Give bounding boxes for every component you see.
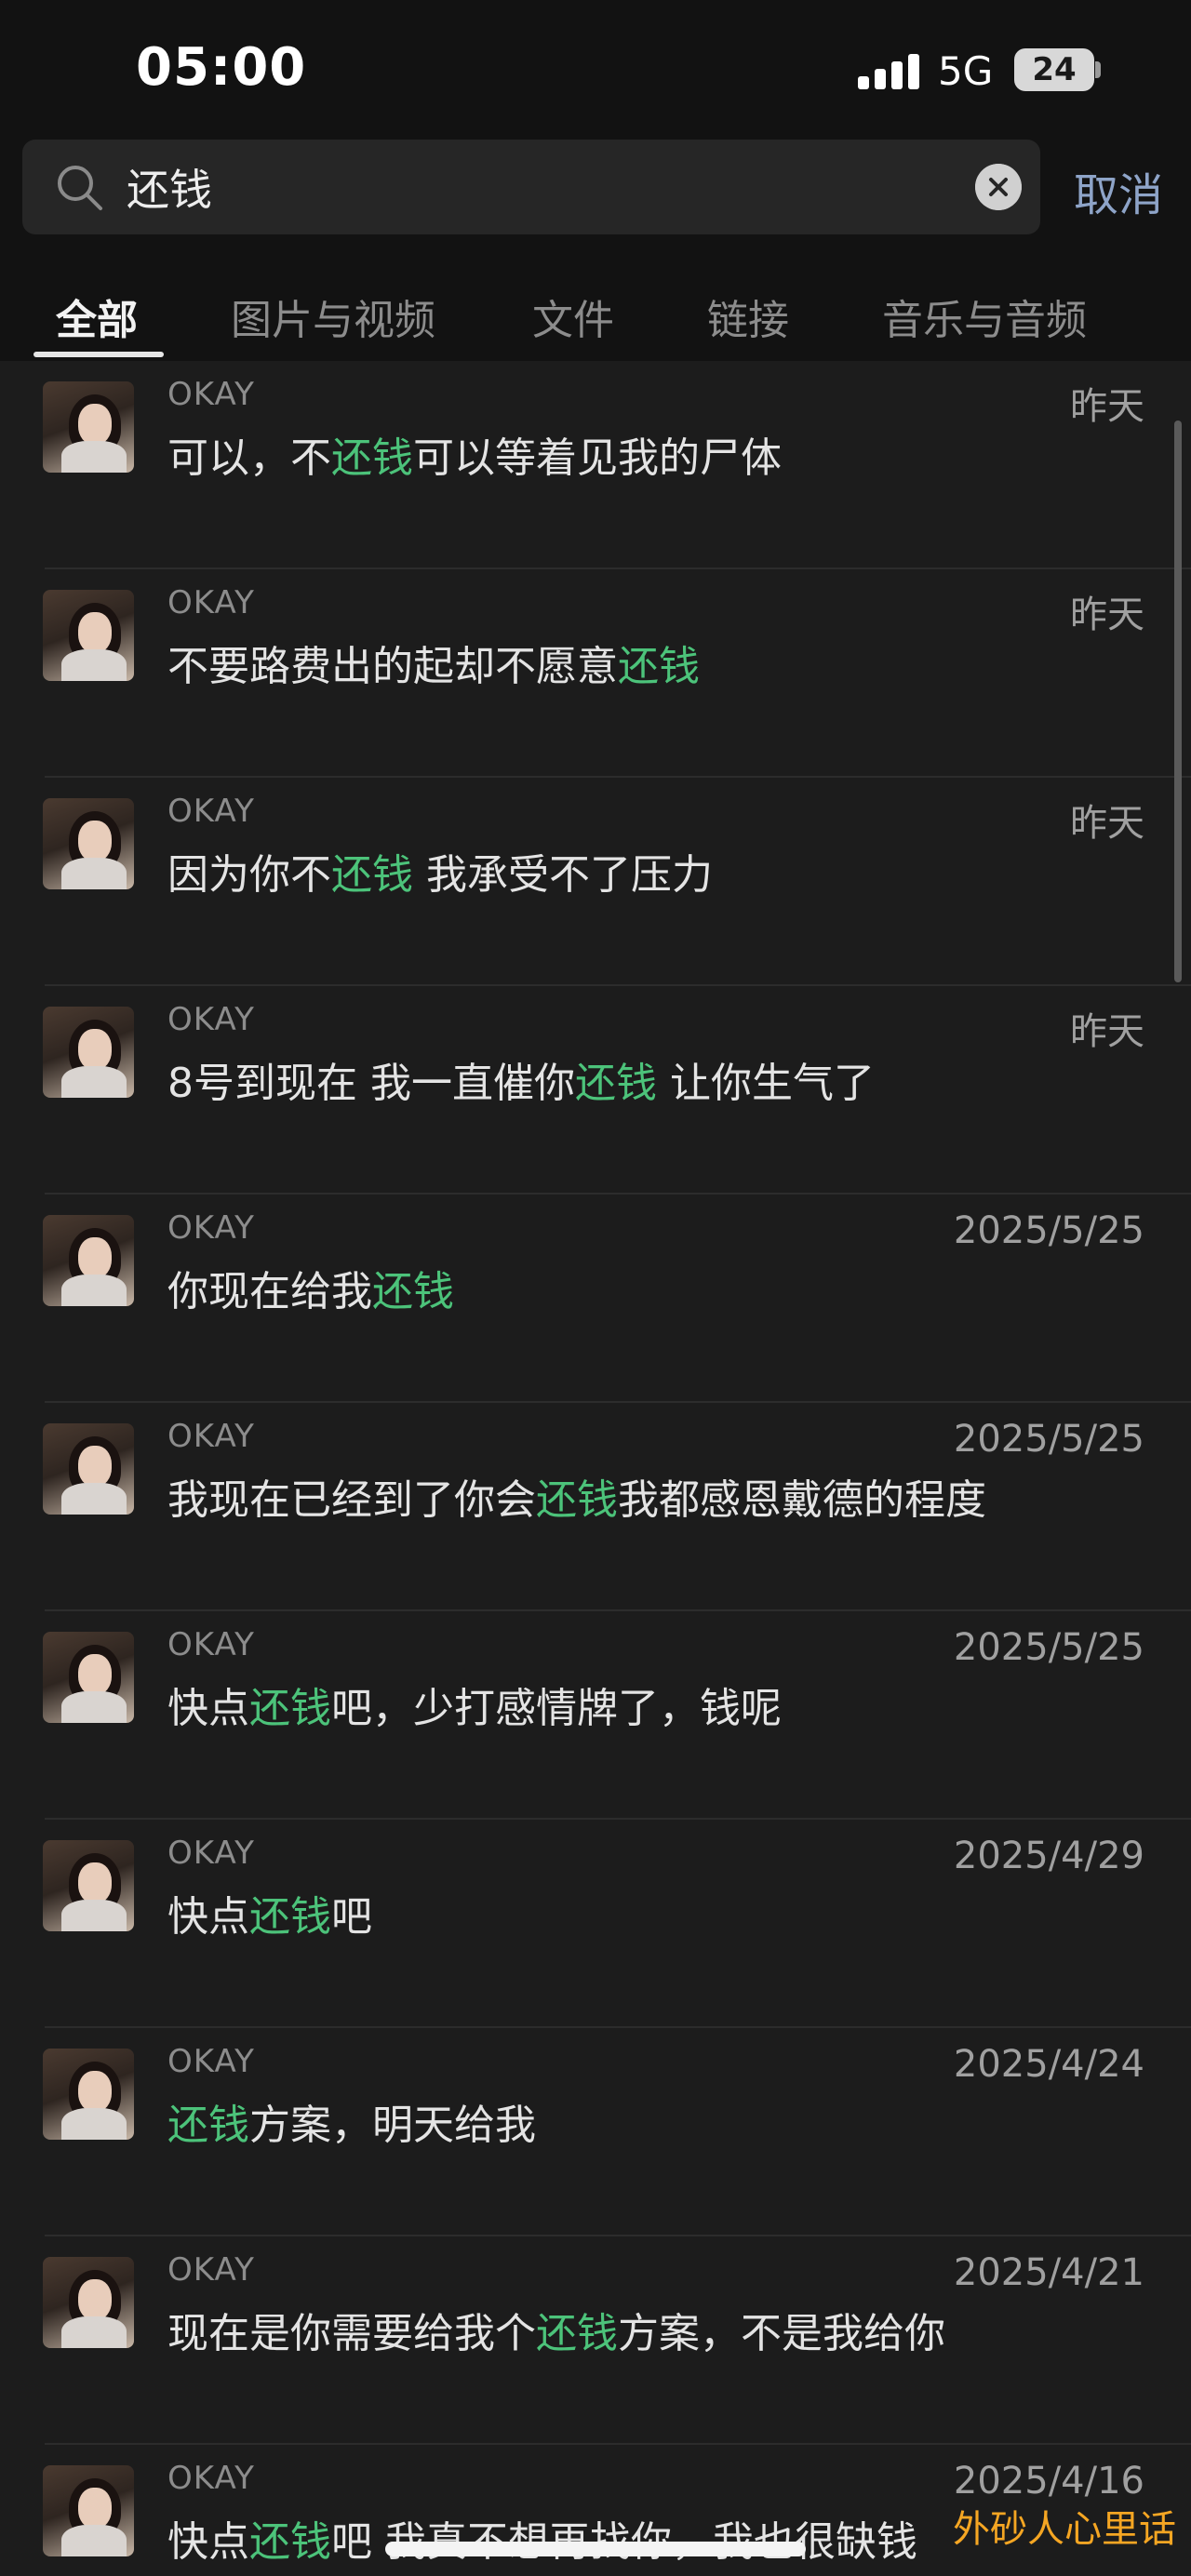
sender-name: OKAY [167,1626,255,1663]
search-bar: 取消 [0,140,1191,260]
category-tabs: 全部 图片与视频 文件 链接 音乐与音频 [0,260,1191,361]
search-icon [58,166,102,210]
message-date: 2025/5/25 [953,1626,1144,1669]
sender-name: OKAY [167,2251,255,2289]
message-text: 8号到现在 我一直催你还钱 让你生气了 [167,1060,875,1107]
avatar [43,590,134,681]
network-type: 5G [938,48,994,94]
message-date: 昨天 [1070,802,1144,845]
tab-files[interactable]: 文件 [532,287,614,346]
keyword-highlight: 还钱 [167,2102,249,2149]
keyword-highlight: 还钱 [536,1476,618,1524]
home-indicator[interactable] [385,2542,806,2556]
message-text: 我现在已经到了你会还钱我都感恩戴德的程度 [167,1476,986,1524]
sender-name: OKAY [167,2460,255,2497]
message-text: 不要路费出的起却不愿意还钱 [167,643,700,690]
message-text: 快点还钱吧 [167,1893,372,1941]
keyword-highlight: 还钱 [331,851,413,899]
sender-name: OKAY [167,376,255,413]
status-time: 05:00 [136,37,307,98]
message-text: 还钱方案，明天给我 [167,2102,536,2149]
search-box[interactable] [22,140,1040,234]
results-list: OKAY 昨天 可以，不还钱可以等着见我的尸体 OKAY 昨天 不要路费出的起却… [0,361,1191,2576]
list-item[interactable]: OKAY 昨天 不要路费出的起却不愿意还钱 [0,569,1191,778]
avatar [43,2465,134,2556]
keyword-highlight: 还钱 [618,643,700,690]
sender-name: OKAY [167,1209,255,1247]
signal-icon [858,54,921,89]
keyword-highlight: 还钱 [536,2310,618,2357]
search-input[interactable] [127,156,945,218]
message-text: 你现在给我还钱 [167,1268,454,1315]
message-date: 昨天 [1070,594,1144,636]
avatar [43,1007,134,1098]
list-item[interactable]: OKAY 2025/4/24 还钱方案，明天给我 [0,2028,1191,2236]
avatar [43,1840,134,1931]
keyword-highlight: 还钱 [372,1268,454,1315]
message-date: 昨天 [1070,1010,1144,1053]
message-text: 现在是你需要给我个还钱方案，不是我给你 [167,2310,945,2357]
message-date: 2025/4/16 [953,2460,1144,2503]
clear-icon[interactable] [975,164,1022,210]
tab-links[interactable]: 链接 [707,287,789,346]
message-date: 2025/4/21 [953,2251,1144,2294]
sender-name: OKAY [167,1418,255,1455]
avatar [43,798,134,889]
tab-music-audio[interactable]: 音乐与音频 [882,287,1087,346]
list-item[interactable]: OKAY 2025/5/25 快点还钱吧，少打感情牌了，钱呢 [0,1611,1191,1820]
battery-tip [1095,61,1101,78]
keyword-highlight: 还钱 [249,1685,331,1732]
sender-name: OKAY [167,1001,255,1038]
list-item[interactable]: OKAY 2025/4/21 现在是你需要给我个还钱方案，不是我给你 [0,2236,1191,2445]
message-text: 快点还钱吧，少打感情牌了，钱呢 [167,1685,782,1732]
list-item[interactable]: OKAY 2025/5/25 我现在已经到了你会还钱我都感恩戴德的程度 [0,1403,1191,1611]
keyword-highlight: 还钱 [249,2518,331,2566]
sender-name: OKAY [167,1835,255,1872]
list-item[interactable]: OKAY 昨天 可以，不还钱可以等着见我的尸体 [0,361,1191,569]
avatar [43,2257,134,2348]
cancel-button[interactable]: 取消 [1074,158,1163,223]
list-item[interactable]: OKAY 2025/4/29 快点还钱吧 [0,1820,1191,2028]
avatar [43,1423,134,1515]
message-date: 2025/5/25 [953,1209,1144,1252]
avatar [43,2049,134,2140]
keyword-highlight: 还钱 [574,1060,657,1107]
message-text: 可以，不还钱可以等着见我的尸体 [167,434,782,482]
avatar [43,381,134,473]
message-date: 2025/4/29 [953,1835,1144,1877]
list-item[interactable]: OKAY 昨天 8号到现在 我一直催你还钱 让你生气了 [0,986,1191,1195]
tab-all[interactable]: 全部 [56,287,138,346]
message-date: 2025/5/25 [953,1418,1144,1461]
avatar [43,1632,134,1723]
sender-name: OKAY [167,793,255,830]
sender-name: OKAY [167,2043,255,2080]
keyword-highlight: 还钱 [249,1893,331,1941]
list-item[interactable]: OKAY 2025/5/25 你现在给我还钱 [0,1195,1191,1403]
watermark: 外砂人心里话 [953,2508,1176,2551]
battery-icon: 24 [1014,48,1094,91]
active-tab-indicator [33,352,164,357]
sender-name: OKAY [167,584,255,621]
keyword-highlight: 还钱 [331,434,413,482]
list-item[interactable]: OKAY 昨天 因为你不还钱 我承受不了压力 [0,778,1191,986]
status-bar: 05:00 5G 24 [0,0,1191,140]
tab-images-videos[interactable]: 图片与视频 [231,287,435,346]
scrollbar[interactable] [1174,420,1182,982]
message-text: 快点还钱吧 我真不想再找你，我也很缺钱 [167,2518,917,2566]
message-text: 因为你不还钱 我承受不了压力 [167,851,713,899]
message-date: 昨天 [1070,385,1144,428]
avatar [43,1215,134,1306]
message-date: 2025/4/24 [953,2043,1144,2086]
